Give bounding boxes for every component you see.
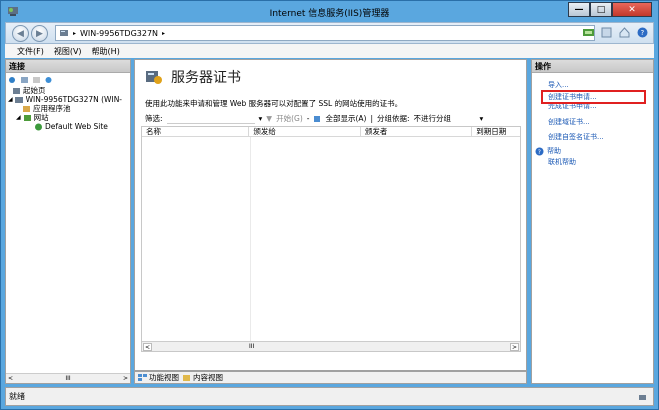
server-certificates-panel: 服务器证书 使用此功能来申请和管理 Web 服务器可以对配置了 SSL 的网站使… [134,59,527,371]
grid-header: 名称 颁发给 颁发者 到期日期 [142,127,520,137]
content-view-icon [183,374,190,381]
home-icon[interactable] [618,26,631,39]
action-help-label: 帮助 [547,147,561,155]
action-help[interactable]: ? 帮助 [532,147,653,156]
actions-panel: 操作 导入... 创建证书申请... 完成证书申请... 创建域证书... 创建… [531,59,654,384]
menu-bar: 文件(F) 视图(V) 帮助(H) [5,44,654,58]
globe-icon [35,123,42,130]
filter-input[interactable] [166,114,255,124]
certificates-grid: 名称 颁发给 颁发者 到期日期 < III > [141,126,521,352]
features-view-icon [138,373,147,381]
app-pool-icon [23,105,30,112]
tree-node-default-web-site[interactable]: Default Web Site [8,122,130,131]
navigation-bar: ◀ ▶ ▸ WIN-9956TDG327N ▸ ? [5,22,654,44]
action-create-self-signed-certificate[interactable]: 创建自签名证书... [532,131,653,143]
group-dropdown-icon[interactable]: ▾ [480,114,484,123]
status-network-icon [639,395,646,400]
certificate-server-icon [146,71,162,84]
group-by-label: 分组依据: [376,114,410,123]
tab-content-view[interactable]: 内容视图 [182,372,223,383]
funnel-icon: ▼ [266,114,273,123]
address-bar[interactable]: ▸ WIN-9956TDG327N ▸ [55,25,595,41]
separator: - [306,114,310,123]
close-button[interactable]: ✕ [612,2,652,17]
grid-horizontal-scrollbar[interactable]: < III > [142,341,520,351]
separator-bar: | [370,114,373,123]
menu-view[interactable]: 视图(V) [54,46,82,57]
breadcrumb-separator: ▸ [73,29,77,37]
tab-features-label: 功能视图 [149,373,179,382]
grid-scroll-right-icon[interactable]: > [510,343,519,351]
iis-manager-window: Internet 信息服务(IIS)管理器 — □ ✕ ◀ ▶ ▸ WIN-99… [0,0,659,410]
network-icon[interactable] [582,26,595,39]
page-title: 服务器证书 [145,67,241,87]
grid-scroll-left-icon[interactable]: < [143,343,152,351]
connections-tree: 起始页 ◢ WIN-9956TDG327N (WIN- 应用程序池 ◢ 网站 D… [6,86,130,131]
window-controls: — □ ✕ [568,2,652,19]
forward-button[interactable]: ▶ [31,25,48,42]
server-icon [60,30,68,36]
title-bar: Internet 信息服务(IIS)管理器 — □ ✕ [1,1,658,22]
page-description: 使用此功能来申请和管理 Web 服务器可以对配置了 SSL 的网站使用的证书。 [145,99,403,108]
scroll-thumb[interactable]: III [65,375,70,382]
show-all-icon [314,115,321,122]
minimize-button[interactable]: — [568,2,590,17]
tab-features-view[interactable]: 功能视图 [138,372,179,383]
maximize-button[interactable]: □ [590,2,612,17]
tree-node-start-page[interactable]: 起始页 [8,86,130,95]
action-import[interactable]: 导入... [532,79,653,91]
column-name[interactable]: 名称 [142,127,250,136]
start-button[interactable]: 开始(G) [276,113,303,124]
menu-help[interactable]: 帮助(H) [92,46,120,57]
breadcrumb-separator-end: ▸ [162,29,166,37]
group-by-select[interactable]: 不进行分组 [414,113,476,124]
page-title-text: 服务器证书 [171,70,241,86]
filter-dropdown-icon[interactable]: ▾ [259,114,263,123]
save-connections-icon[interactable] [20,76,29,84]
tree-node-app-pools[interactable]: 应用程序池 [8,104,130,113]
column-expiration-date[interactable]: 到期日期 [472,127,520,136]
view-tabs: 功能视图 内容视图 [134,371,527,384]
show-all-button[interactable]: 全部显示(A) [325,113,366,124]
refresh-connections-icon[interactable] [44,76,53,84]
window-title: Internet 信息服务(IIS)管理器 [269,9,390,19]
scroll-right-icon[interactable]: > [123,375,128,382]
column-issued-to[interactable]: 颁发给 [249,127,361,136]
svg-text:?: ? [641,29,645,37]
help-menu-icon[interactable]: ? [636,26,649,39]
column-issued-by[interactable]: 颁发者 [361,127,473,136]
back-button[interactable]: ◀ [12,25,29,42]
action-complete-certificate-request[interactable]: 完成证书申请... [532,100,653,112]
start-page-icon [13,87,20,94]
grid-scroll-thumb[interactable]: III [249,343,254,350]
filter-bar: 筛选: ▾ ▼ 开始(G) - 全部显示(A) | 分组依据: 不进行分组 ▾ [145,113,483,124]
help-icon: ? [535,147,544,156]
save-icon[interactable] [600,26,613,39]
action-create-domain-certificate[interactable]: 创建域证书... [532,116,653,128]
tree-node-sites[interactable]: ◢ 网站 [8,113,130,122]
filter-label: 筛选: [145,114,163,123]
collapse-arrow-icon[interactable]: ◢ [8,96,13,103]
connections-panel: 连接 起始页 ◢ WIN-9956TDG327N (WIN- 应用程序池 ◢ 网… [5,59,131,384]
server-node-icon [14,96,23,103]
navigation-icons: ? [582,26,649,39]
sites-icon [23,114,31,121]
scroll-left-icon[interactable]: < [8,375,13,382]
action-online-help[interactable]: 联机帮助 [532,156,653,168]
connections-header: 连接 [6,60,130,73]
svg-text:?: ? [538,149,541,156]
connect-icon[interactable] [8,76,17,84]
tree-label-default-web-site: Default Web Site [45,122,108,131]
menu-file[interactable]: 文件(F) [17,46,44,57]
status-text: 就绪 [9,392,25,401]
collapse-arrow-icon[interactable]: ◢ [16,114,21,121]
actions-header: 操作 [532,60,653,73]
tab-content-label: 内容视图 [193,373,223,382]
status-bar: 就绪 [5,387,654,406]
grid-divider [250,137,251,341]
breadcrumb-server[interactable]: WIN-9956TDG327N [80,29,158,38]
up-icon[interactable] [32,76,41,84]
connections-horizontal-scrollbar[interactable]: < III > [6,373,130,383]
